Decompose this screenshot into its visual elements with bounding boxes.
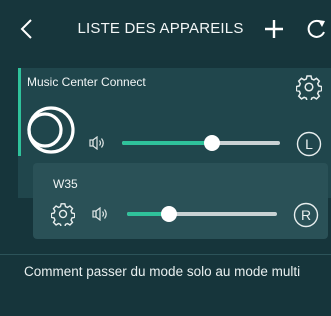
- refresh-button[interactable]: [306, 17, 328, 41]
- device-card-secondary: [33, 163, 328, 239]
- channel-label-main: L: [305, 136, 313, 152]
- volume-slider-fill-main: [122, 141, 213, 145]
- device-name-secondary: W35: [53, 177, 78, 191]
- volume-icon-secondary: [92, 207, 110, 221]
- page-title-text: LISTE DES APPAREILS: [77, 20, 244, 37]
- plus-icon: [265, 20, 283, 38]
- speaker-icon: [89, 136, 104, 150]
- channel-label-secondary: R: [301, 207, 311, 223]
- channel-badge-icon: L: [296, 131, 322, 157]
- volume-icon-main: [89, 136, 107, 150]
- volume-slider-knob-main[interactable]: [204, 135, 221, 151]
- refresh-icon: [307, 19, 325, 38]
- volume-slider-main[interactable]: [122, 135, 280, 151]
- selected-accent-bar: [18, 68, 21, 156]
- volume-slider-secondary[interactable]: [127, 206, 277, 222]
- channel-badge-icon: R: [293, 202, 319, 228]
- gear-icon: [296, 75, 322, 100]
- divider: [0, 254, 331, 255]
- gear-icon: [51, 203, 75, 226]
- music-center-logo-icon: [27, 106, 75, 154]
- add-device-button[interactable]: [263, 18, 285, 40]
- speaker-icon: [92, 207, 107, 221]
- help-link[interactable]: Comment passer du mode solo au mode mult…: [24, 264, 300, 279]
- device-settings-button-secondary[interactable]: [51, 202, 75, 226]
- volume-slider-knob-secondary[interactable]: [161, 206, 177, 222]
- channel-button-main[interactable]: L: [296, 131, 322, 157]
- sony-music-center-logo: [25, 104, 77, 156]
- channel-button-secondary[interactable]: R: [293, 202, 319, 228]
- device-name-main: Music Center Connect: [27, 75, 146, 89]
- device-settings-button-main[interactable]: [296, 74, 322, 100]
